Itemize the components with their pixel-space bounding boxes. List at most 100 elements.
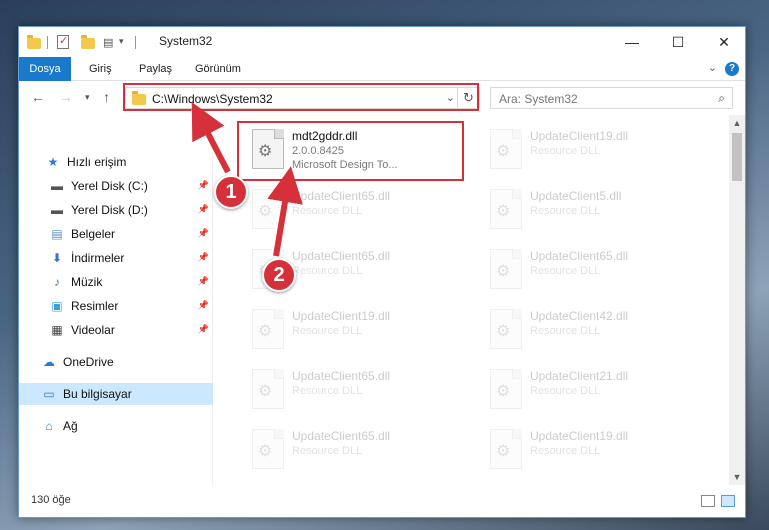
address-bar-highlight xyxy=(123,83,479,111)
gear-icon: ⚙ xyxy=(496,443,511,460)
gear-icon: ⚙ xyxy=(258,203,273,220)
file-name: UpdateClient19.dll xyxy=(530,129,629,143)
file-description: Resource DLL xyxy=(530,385,601,397)
tab-home[interactable]: Giriş xyxy=(89,57,112,81)
search-placeholder[interactable]: Ara: System32 xyxy=(499,92,578,106)
new-folder-icon[interactable] xyxy=(81,35,95,49)
list-item[interactable]: ⚙ UpdateClient21.dll Resource DLL xyxy=(482,361,707,417)
sidebar-item-label: Bu bilgisayar xyxy=(63,387,132,401)
navigation-pane: ★ Hızlı erişim ▬ Yerel Disk (C:) 📌 ▬ Yer… xyxy=(19,115,213,485)
file-description: Resource DLL xyxy=(530,445,601,457)
file-name: UpdateClient42.dll xyxy=(530,309,629,323)
sidebar-item-documents[interactable]: ▤ Belgeler 📌 xyxy=(19,223,213,245)
sidebar-item-pictures[interactable]: ▣ Resimler 📌 xyxy=(19,295,213,317)
file-description: Resource DLL xyxy=(292,325,363,337)
list-item[interactable]: ⚙ UpdateClient65.dll Resource DLL xyxy=(244,181,469,237)
sidebar-item-this-pc[interactable]: ▭ Bu bilgisayar xyxy=(19,383,213,405)
pin-icon[interactable]: 📌 xyxy=(198,180,209,191)
file-description: Resource DLL xyxy=(292,265,363,277)
file-description: Resource DLL xyxy=(530,205,601,217)
file-name: UpdateClient65.dll xyxy=(530,249,629,263)
recent-locations-chevron-icon[interactable]: ▾ xyxy=(85,92,90,103)
pin-icon[interactable]: 📌 xyxy=(198,300,209,311)
close-button[interactable]: ✕ xyxy=(701,27,745,57)
gear-icon: ⚙ xyxy=(258,443,273,460)
list-item[interactable]: ⚙ UpdateClient5.dll Resource DLL xyxy=(482,181,707,237)
sidebar-item-label: Ağ xyxy=(63,419,78,433)
scroll-up-arrow-icon[interactable]: ▲ xyxy=(729,115,745,131)
file-name: UpdateClient19.dll xyxy=(292,309,391,323)
forward-arrow-icon[interactable]: → xyxy=(59,89,73,105)
file-description: Resource DLL xyxy=(292,205,363,217)
computer-icon: ▭ xyxy=(43,387,55,401)
sidebar-item-label: OneDrive xyxy=(63,355,114,369)
scrollbar-thumb[interactable] xyxy=(732,133,742,181)
list-item[interactable]: ⚙ UpdateClient19.dll Resource DLL xyxy=(482,421,707,477)
list-item[interactable]: ⚙ UpdateClient65.dll Resource DLL xyxy=(244,421,469,477)
sidebar-item-network[interactable]: ⌂ Ağ xyxy=(19,415,213,437)
minimize-button[interactable]: — xyxy=(609,27,655,57)
pin-icon[interactable]: 📌 xyxy=(198,228,209,239)
film-icon: ▦ xyxy=(51,323,63,337)
list-item[interactable]: ⚙ UpdateClient19.dll Resource DLL xyxy=(244,301,469,357)
tab-view[interactable]: Görünüm xyxy=(195,57,241,81)
list-item[interactable]: ⚙ UpdateClient65.dll Resource DLL xyxy=(482,241,707,297)
file-description: Resource DLL xyxy=(530,145,601,157)
search-icon[interactable]: ⌕ xyxy=(718,91,725,106)
gear-icon: ⚙ xyxy=(496,143,511,160)
view-layout-icon[interactable]: ▤ xyxy=(103,36,113,49)
help-icon[interactable]: ? xyxy=(725,62,739,76)
picture-icon: ▣ xyxy=(51,299,63,313)
download-arrow-icon: ⬇ xyxy=(51,251,63,265)
sidebar-item-onedrive[interactable]: ☁ OneDrive xyxy=(19,351,213,373)
sidebar-item-music[interactable]: ♪ Müzik 📌 xyxy=(19,271,213,293)
gear-icon: ⚙ xyxy=(258,323,273,340)
sidebar-item-label: Yerel Disk (C:) xyxy=(71,179,148,193)
document-icon: ▤ xyxy=(51,227,63,241)
folder-icon xyxy=(27,35,41,49)
tab-file[interactable]: Dosya xyxy=(19,57,71,81)
gear-icon: ⚙ xyxy=(496,203,511,220)
large-icons-view-icon[interactable] xyxy=(721,495,735,507)
scroll-down-arrow-icon[interactable]: ▼ xyxy=(729,469,745,485)
ribbon-tabs: Dosya Giriş Paylaş Görünüm ⌄ ? xyxy=(19,57,745,81)
file-name: UpdateClient21.dll xyxy=(530,369,629,383)
properties-icon[interactable]: ✓ xyxy=(57,35,69,49)
pin-icon[interactable]: 📌 xyxy=(198,204,209,215)
sidebar-item-label: Belgeler xyxy=(71,227,116,241)
file-name: UpdateClient5.dll xyxy=(530,189,622,203)
sidebar-item-quick-access[interactable]: ★ Hızlı erişim xyxy=(19,151,213,173)
sidebar-item-local-disk-c[interactable]: ▬ Yerel Disk (C:) 📌 xyxy=(19,175,213,197)
gear-icon: ⚙ xyxy=(496,263,511,280)
list-item[interactable]: ⚙ UpdateClient65.dll Resource DLL xyxy=(244,361,469,417)
window-title: System32 xyxy=(159,34,213,48)
search-box[interactable]: Ara: System32 ⌕ xyxy=(490,87,733,109)
item-count: 130 öğe xyxy=(31,494,71,506)
drive-icon: ▬ xyxy=(51,203,63,217)
list-item[interactable]: ⚙ UpdateClient19.dll Resource DLL xyxy=(482,121,707,177)
sidebar-item-videos[interactable]: ▦ Videolar 📌 xyxy=(19,319,213,341)
file-name: UpdateClient65.dll xyxy=(292,369,391,383)
pin-icon[interactable]: 📌 xyxy=(198,324,209,335)
callout-step-2: 2 xyxy=(262,258,296,292)
pin-icon[interactable]: 📌 xyxy=(198,252,209,263)
maximize-button[interactable]: ☐ xyxy=(655,27,701,57)
vertical-scrollbar[interactable]: ▲ ▼ xyxy=(729,115,745,485)
file-name: UpdateClient65.dll xyxy=(292,189,391,203)
back-arrow-icon[interactable]: ← xyxy=(31,89,45,105)
list-item[interactable]: ⚙ UpdateClient42.dll Resource DLL xyxy=(482,301,707,357)
customize-toolbar-chevron-icon[interactable]: ▾ xyxy=(119,36,124,47)
file-description: Resource DLL xyxy=(292,385,363,397)
expand-ribbon-chevron-icon[interactable]: ⌄ xyxy=(708,61,717,74)
up-arrow-icon[interactable]: ↑ xyxy=(103,89,110,105)
sidebar-item-downloads[interactable]: ⬇ İndirmeler 📌 xyxy=(19,247,213,269)
sidebar-item-local-disk-d[interactable]: ▬ Yerel Disk (D:) 📌 xyxy=(19,199,213,221)
music-note-icon: ♪ xyxy=(54,275,60,289)
separator xyxy=(135,36,136,49)
tab-share[interactable]: Paylaş xyxy=(139,57,172,81)
pin-icon[interactable]: 📌 xyxy=(198,276,209,287)
file-name: UpdateClient65.dll xyxy=(292,249,391,263)
cloud-icon: ☁ xyxy=(43,355,55,369)
details-view-icon[interactable] xyxy=(701,495,715,507)
sidebar-item-label: Yerel Disk (D:) xyxy=(71,203,148,217)
